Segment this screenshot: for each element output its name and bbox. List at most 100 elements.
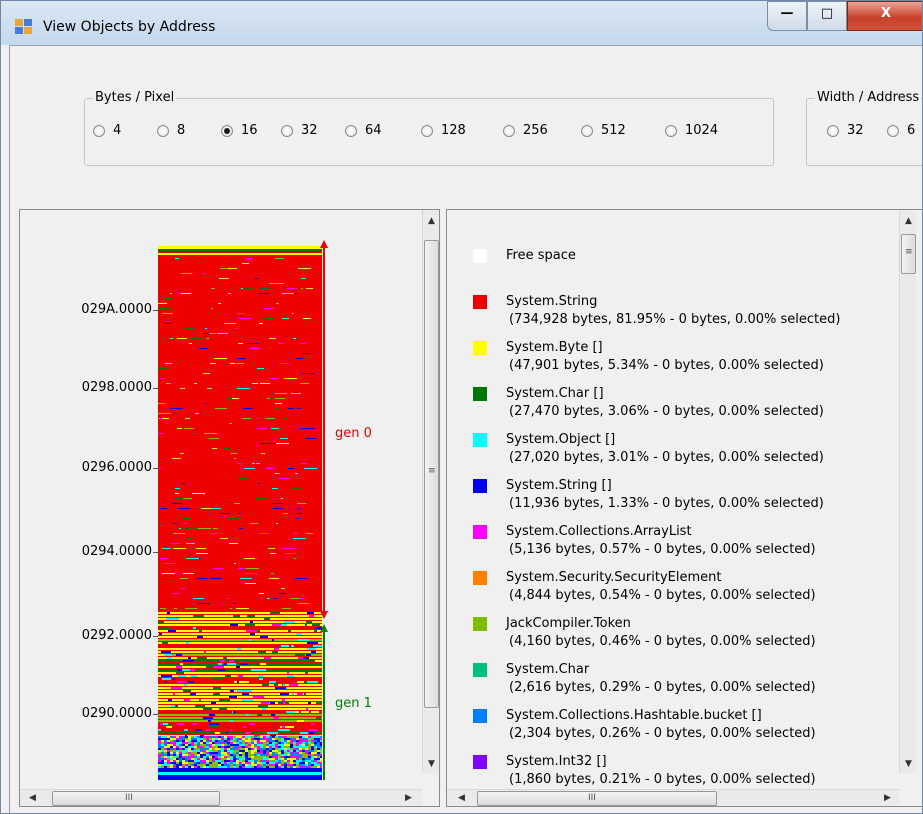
grip-icon: III [588, 793, 596, 803]
scroll-left-icon[interactable]: ◀ [24, 790, 41, 806]
map-horizontal-thumb[interactable]: III [52, 791, 220, 806]
gen0-label: gen 0 [335, 426, 372, 441]
scroll-left-icon[interactable]: ◀ [453, 790, 470, 806]
legend-swatch [473, 571, 487, 585]
bytes-per-pixel-radio-16[interactable]: 16 [221, 123, 258, 138]
bytes-per-pixel-radio-128[interactable]: 128 [421, 123, 466, 138]
radio-label: 6 [907, 123, 916, 138]
legend-type-detail: (27,470 bytes, 3.06% - 0 bytes, 0.00% se… [509, 404, 824, 419]
radio-label: 512 [601, 123, 626, 138]
radio-label: 16 [241, 123, 258, 138]
width-address-radio-6[interactable]: 6 [887, 123, 915, 138]
radio-icon[interactable] [581, 124, 593, 137]
radio-icon[interactable] [503, 124, 515, 137]
legend-swatch [473, 249, 487, 263]
minimize-button[interactable]: — [767, 1, 807, 31]
maximize-button[interactable]: □ [807, 1, 847, 31]
legend-swatch [473, 709, 487, 723]
gen1-label: gen 1 [335, 696, 372, 711]
client-area: Bytes / Pixel 4 8 16 32 64 128 256 512 1024 Widt… [9, 45, 922, 813]
legend-swatch [473, 663, 487, 677]
legend-vertical-scrollbar[interactable]: ▲ ≡ ▼ [899, 210, 916, 773]
scroll-down-icon[interactable]: ▼ [423, 756, 439, 773]
scroll-down-icon[interactable]: ▼ [900, 756, 917, 773]
legend-swatch [473, 525, 487, 539]
legend-type-name: System.Collections.ArrayList [506, 524, 692, 539]
legend-swatch [473, 617, 487, 631]
legend-type-name: System.Collections.Hashtable.bucket [] [506, 708, 762, 723]
legend-type-detail: (5,136 bytes, 0.57% - 0 bytes, 0.00% sel… [509, 542, 816, 557]
legend-swatch [473, 387, 487, 401]
radio-icon[interactable] [827, 124, 839, 137]
legend-type-name: JackCompiler.Token [506, 616, 631, 631]
legend-vertical-thumb[interactable]: ≡ [901, 234, 916, 274]
title-bar: View Objects by Address — □ X [1, 1, 922, 45]
grip-icon: ≡ [428, 466, 436, 476]
map-vertical-scrollbar[interactable]: ▲ ≡ ▼ [422, 210, 439, 773]
radio-label: 64 [365, 123, 382, 138]
map-horizontal-scrollbar[interactable]: ◀ III ▶ [20, 789, 422, 806]
legend-type-name: System.Int32 [] [506, 754, 607, 769]
legend-type-name: System.String [506, 294, 598, 309]
address-tick [153, 552, 158, 553]
radio-icon[interactable] [665, 124, 677, 137]
legend-swatch [473, 755, 487, 769]
map-vertical-thumb[interactable]: ≡ [424, 240, 439, 708]
bytes-per-pixel-radio-32[interactable]: 32 [281, 123, 318, 138]
radio-icon[interactable] [281, 124, 293, 137]
bytes-per-pixel-radio-256[interactable]: 256 [503, 123, 548, 138]
app-window-icon [15, 19, 33, 35]
radio-icon[interactable] [157, 124, 169, 137]
radio-label: 1024 [685, 123, 719, 138]
legend-type-detail: (2,304 bytes, 0.26% - 0 bytes, 0.00% sel… [509, 726, 816, 741]
legend-type-name: System.Char [506, 662, 590, 677]
scroll-up-icon[interactable]: ▲ [423, 213, 439, 230]
address-label: 0292.0000 [81, 628, 152, 643]
legend-swatch [473, 295, 487, 309]
bytes-per-pixel-radio-1024[interactable]: 1024 [665, 123, 718, 138]
window-title: View Objects by Address [43, 19, 216, 35]
legend-horizontal-thumb[interactable]: III [477, 791, 717, 806]
close-button[interactable]: X [847, 1, 922, 31]
address-label: 0296.0000 [81, 460, 152, 475]
bytes-per-pixel-radio-512[interactable]: 512 [581, 123, 626, 138]
legend-type-detail: (47,901 bytes, 5.34% - 0 bytes, 0.00% se… [509, 358, 824, 373]
app-window: View Objects by Address — □ X Bytes / Pi… [0, 0, 923, 814]
legend-type-name: Free space [506, 248, 576, 263]
width-address-radio-32[interactable]: 32 [827, 123, 864, 138]
address-label: 0290.0000 [81, 706, 152, 721]
legend-panel[interactable]: ▲ ≡ ▼ ◀ III ▶ Free space System.String (73… [446, 209, 922, 807]
legend-type-detail: (4,844 bytes, 0.54% - 0 bytes, 0.00% sel… [509, 588, 816, 603]
legend-type-detail: (4,160 bytes, 0.46% - 0 bytes, 0.00% sel… [509, 634, 816, 649]
bytes-per-pixel-radio-4[interactable]: 4 [93, 123, 121, 138]
radio-icon[interactable] [345, 124, 357, 137]
scroll-right-icon[interactable]: ▶ [879, 790, 896, 806]
legend-horizontal-scrollbar[interactable]: ◀ III ▶ [447, 789, 899, 806]
address-tick [153, 388, 158, 389]
radio-icon[interactable] [421, 124, 433, 137]
bytes-per-pixel-group: Bytes / Pixel 4 8 16 32 64 128 256 512 1024 [84, 90, 774, 166]
bytes-per-pixel-radio-64[interactable]: 64 [345, 123, 382, 138]
address-map-panel[interactable]: ▲ ≡ ▼ ◀ III ▶ 029A.0000 0298.0000 0296.000… [19, 209, 440, 807]
bytes-per-pixel-radio-8[interactable]: 8 [157, 123, 185, 138]
width-address-group: Width / Address 32 6 [806, 90, 922, 166]
address-tick [153, 714, 158, 715]
legend-type-name: System.Security.SecurityElement [506, 570, 722, 585]
radio-icon[interactable] [887, 124, 899, 137]
address-label: 0294.0000 [81, 544, 152, 559]
radio-icon[interactable] [93, 124, 105, 137]
legend-swatch [473, 341, 487, 355]
maximize-icon: □ [820, 6, 834, 21]
bytes-per-pixel-title: Bytes / Pixel [93, 90, 177, 105]
radio-label: 4 [113, 123, 122, 138]
heap-map[interactable] [158, 246, 326, 780]
legend-type-detail: (1,860 bytes, 0.21% - 0 bytes, 0.00% sel… [509, 772, 816, 787]
generation-markers [320, 240, 328, 780]
scroll-up-icon[interactable]: ▲ [900, 213, 917, 230]
legend-type-detail: (2,616 bytes, 0.29% - 0 bytes, 0.00% sel… [509, 680, 816, 695]
scroll-right-icon[interactable]: ▶ [400, 790, 417, 806]
radio-label: 8 [177, 123, 186, 138]
legend-type-name: System.String [] [506, 478, 612, 493]
grip-icon: ≡ [905, 247, 913, 257]
radio-icon[interactable] [221, 124, 233, 137]
